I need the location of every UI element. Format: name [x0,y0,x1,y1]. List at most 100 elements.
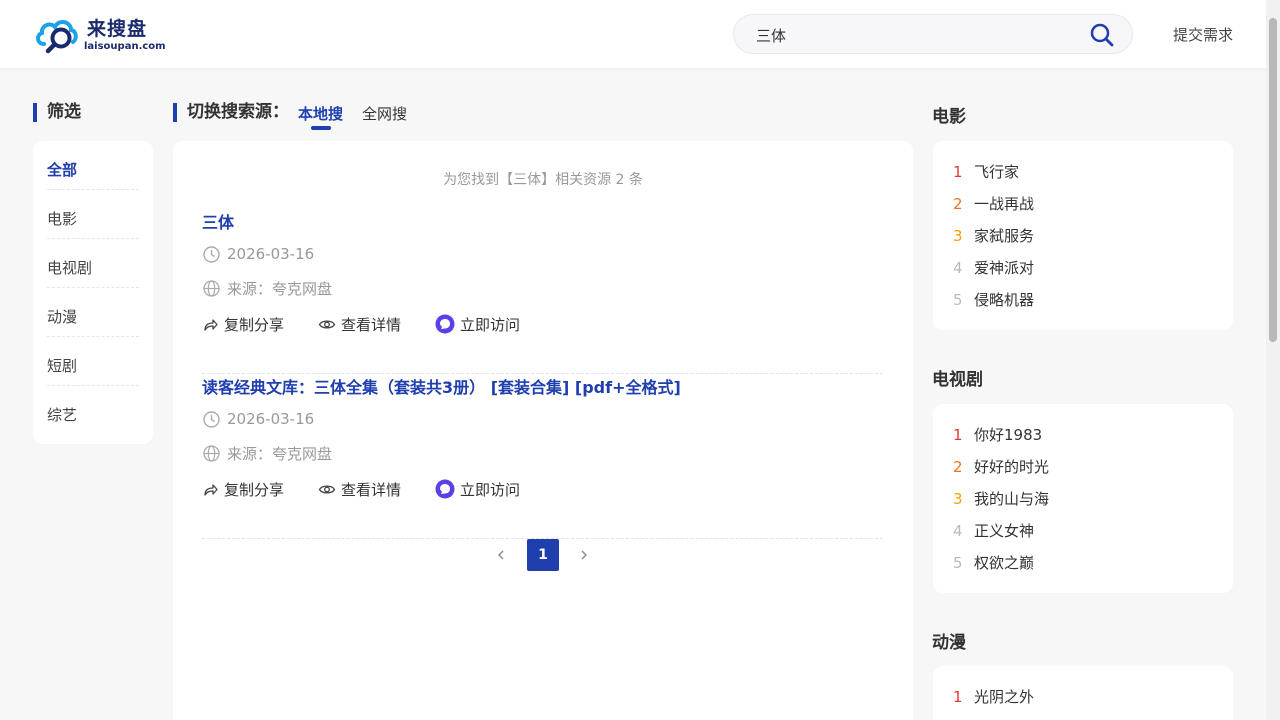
ranking-item[interactable]: 3 我的山与海 [953,485,1233,517]
result-actions: 复制分享 查看详情 立即访问 [202,313,554,335]
result-source-row: 来源：夸克网盘 [202,443,332,463]
result-date-row: 2026-03-16 [202,409,314,429]
filter-item-movie[interactable]: 电影 [47,190,139,239]
visit-now-button[interactable]: 立即访问 [435,479,520,500]
visit-now-button[interactable]: 立即访问 [435,314,520,335]
filter-item-anime[interactable]: 动漫 [47,288,139,337]
ranking-title-tv: 电视剧 [932,370,983,390]
results-panel: 为您找到【三体】相关资源 2 条 三体 2026-03-16 来源：夸克网盘 复… [173,141,913,720]
ranking-item[interactable]: 2 一战再战 [953,190,1233,222]
filter-item-tv[interactable]: 电视剧 [47,239,139,288]
result-source: 来源：夸克网盘 [227,444,333,463]
rank-name: 飞行家 [974,163,1020,181]
ranking-item[interactable]: 3 家弑服务 [953,222,1233,254]
clock-icon [203,245,220,263]
cloud-search-logo-icon [36,20,78,54]
globe-icon [203,444,220,462]
visit-now-label: 立即访问 [460,315,521,334]
rank-name: 家弑服务 [974,227,1035,245]
ranking-title-anime: 动漫 [932,633,966,653]
rank-name: 好好的时光 [974,458,1050,476]
rank-number: 2 [953,458,963,476]
page-scrollbar[interactable] [1266,0,1280,720]
page-number-current[interactable]: 1 [527,539,559,571]
tab-local-search[interactable]: 本地搜 [298,103,343,124]
chevron-right-icon[interactable] [576,547,592,563]
top-header: 来搜盘 laisoupan.com 提交需求 [0,0,1266,68]
copy-share-button[interactable]: 复制分享 [202,479,284,500]
rank-number: 4 [953,259,963,277]
result-date-row: 2026-03-16 [202,244,314,264]
search-box [733,14,1133,54]
submit-request-link[interactable]: 提交需求 [1173,24,1233,45]
scrollbar-thumb[interactable] [1269,18,1277,342]
search-input[interactable] [756,24,1076,46]
eye-icon [318,319,336,329]
view-detail-button[interactable]: 查看详情 [318,479,401,500]
filter-item-variety[interactable]: 综艺 [47,386,139,435]
tab-web-search[interactable]: 全网搜 [362,103,407,124]
filter-item-short-drama[interactable]: 短剧 [47,337,139,386]
rank-number: 1 [953,426,963,444]
result-date: 2026-03-16 [227,245,315,263]
copy-share-label: 复制分享 [224,315,285,334]
rank-number: 1 [953,163,963,181]
rank-number: 4 [953,522,963,540]
ranking-item[interactable]: 1 飞行家 [953,158,1233,190]
ranking-title-movie: 电影 [932,107,966,127]
rank-name: 一战再战 [974,195,1035,213]
rank-number: 2 [953,195,963,213]
view-detail-button[interactable]: 查看详情 [318,314,401,335]
eye-icon [318,484,336,494]
result-source-row: 来源：夸克网盘 [202,278,332,298]
source-switch-label: 切换搜索源： [173,103,289,122]
search-icon[interactable] [1089,22,1115,48]
visit-icon [435,314,455,334]
result-title[interactable]: 读客经典文库：三体全集（套装共3册） [套装合集] [pdf+全格式] [202,374,681,398]
ranking-panel-movie: 1 飞行家 2 一战再战 3 家弑服务 4 爱神派对 5 侵略机器 [933,141,1233,330]
ranking-item[interactable]: 4 爱神派对 [953,254,1233,286]
rank-number: 3 [953,227,963,245]
result-title[interactable]: 三体 [202,209,234,233]
result-item: 三体 2026-03-16 来源：夸克网盘 复制分享 查看详情 立即访问 [202,209,883,374]
filter-item-all[interactable]: 全部 [47,141,139,190]
active-tab-indicator [311,126,331,130]
filter-title: 筛选 [33,103,81,122]
result-date: 2026-03-16 [227,410,315,428]
ranking-item[interactable]: 5 侵略机器 [953,286,1233,318]
pagination: 1 [173,539,913,571]
result-actions: 复制分享 查看详情 立即访问 [202,478,554,500]
view-detail-label: 查看详情 [341,315,402,334]
rank-name: 你好1983 [974,426,1043,444]
visit-now-label: 立即访问 [460,480,521,499]
rank-name: 权欲之巅 [974,554,1035,572]
rank-name: 光阴之外 [974,688,1035,706]
ranking-item[interactable]: 1 你好1983 [953,421,1233,453]
result-summary: 为您找到【三体】相关资源 2 条 [443,172,643,188]
rank-number: 1 [953,688,963,706]
view-detail-label: 查看详情 [341,480,402,499]
share-icon [204,483,218,496]
visit-icon [435,479,455,499]
rank-name: 侵略机器 [974,291,1035,309]
rank-number: 5 [953,291,963,309]
globe-icon [203,279,220,297]
ranking-item[interactable]: 5 权欲之巅 [953,549,1233,581]
result-source: 来源：夸克网盘 [227,279,333,298]
rank-name: 正义女神 [974,522,1035,540]
ranking-item[interactable]: 2 好好的时光 [953,453,1233,485]
filter-panel: 全部 电影 电视剧 动漫 短剧 综艺 [33,141,153,444]
rank-name: 我的山与海 [974,490,1050,508]
ranking-item[interactable]: 1 光阴之外 [953,683,1233,715]
rank-number: 3 [953,490,963,508]
site-logo[interactable]: 来搜盘 laisoupan.com [35,14,166,56]
clock-icon [203,410,220,428]
ranking-item[interactable]: 4 正义女神 [953,517,1233,549]
result-item: 读客经典文库：三体全集（套装共3册） [套装合集] [pdf+全格式] 2026… [202,374,883,539]
share-icon [204,318,218,331]
copy-share-label: 复制分享 [224,480,285,499]
logo-subtext: laisoupan.com [84,41,166,52]
copy-share-button[interactable]: 复制分享 [202,314,284,335]
logo-text: 来搜盘 [87,18,148,40]
chevron-left-icon[interactable] [493,547,509,563]
